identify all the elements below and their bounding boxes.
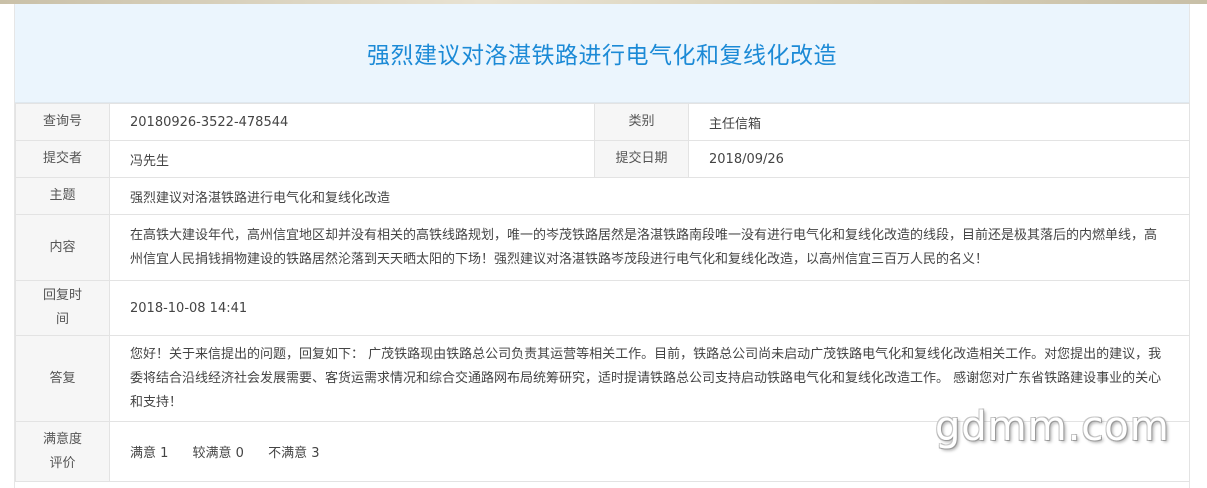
table-row: 提交者 冯先生 提交日期 2018/09/26 bbox=[15, 140, 1190, 178]
content-value: 在高铁大建设年代，高州信宜地区却并没有相关的高铁线路规划，唯一的岑茂铁路居然是洛… bbox=[109, 214, 1190, 281]
satisfaction-label: 满意度 评价 bbox=[15, 421, 110, 482]
query-no-label: 查询号 bbox=[15, 103, 110, 141]
category-value: 主任信箱 bbox=[688, 103, 1190, 141]
reply-time-label-line2: 间 bbox=[55, 312, 69, 327]
table-row: 内容 在高铁大建设年代，高州信宜地区却并没有相关的高铁线路规划，唯一的岑茂铁路居… bbox=[15, 214, 1190, 281]
subject-value: 强烈建议对洛湛铁路进行电气化和复线化改造 bbox=[109, 177, 1190, 215]
submitter-label: 提交者 bbox=[15, 140, 110, 178]
reply-time-label-line1: 回复时 bbox=[42, 288, 82, 303]
watermark: gdmm.com bbox=[935, 404, 1170, 450]
title-box: 强烈建议对洛湛铁路进行电气化和复线化改造 bbox=[15, 4, 1189, 103]
page-title: 强烈建议对洛湛铁路进行电气化和复线化改造 bbox=[367, 43, 837, 69]
reply-time-value: 2018-10-08 14:41 bbox=[109, 280, 1190, 336]
content-label: 内容 bbox=[15, 214, 110, 281]
submit-date-value: 2018/09/26 bbox=[688, 140, 1190, 178]
query-no-value: 20180926-3522-478544 bbox=[109, 103, 595, 141]
table-row: 查询号 20180926-3522-478544 类别 主任信箱 bbox=[15, 103, 1190, 141]
category-label: 类别 bbox=[594, 103, 689, 141]
satisfied-count: 满意 1 bbox=[130, 446, 169, 461]
submit-date-label: 提交日期 bbox=[594, 140, 689, 178]
subject-label: 主题 bbox=[15, 177, 110, 215]
reply-label: 答复 bbox=[15, 335, 110, 422]
table-row: 回复时 间 2018-10-08 14:41 bbox=[15, 280, 1190, 336]
fairly-satisfied-count: 较满意 0 bbox=[192, 446, 244, 461]
satisfaction-label-line2: 评价 bbox=[49, 455, 76, 471]
unsatisfied-count: 不满意 3 bbox=[268, 446, 320, 461]
table-row: 主题 强烈建议对洛湛铁路进行电气化和复线化改造 bbox=[15, 177, 1190, 215]
submitter-value: 冯先生 bbox=[109, 140, 595, 178]
satisfaction-label-line1: 满意度 bbox=[42, 431, 82, 447]
reply-time-label: 回复时 间 bbox=[15, 280, 110, 336]
